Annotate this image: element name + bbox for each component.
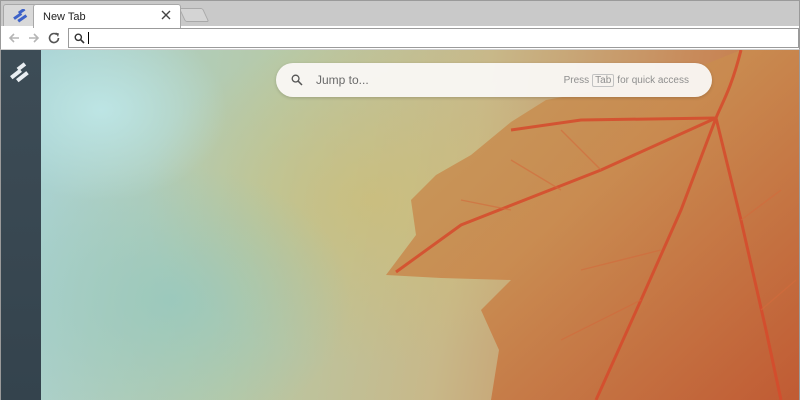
- arrow-left-icon[interactable]: [7, 31, 21, 45]
- jump-bar[interactable]: Press Tab for quick access: [276, 63, 712, 97]
- new-tab-page: Press Tab for quick access: [41, 50, 800, 400]
- wallpaper-image: [386, 50, 799, 400]
- tab-new-tab[interactable]: New Tab: [33, 4, 181, 28]
- toolbar: [0, 26, 800, 50]
- pinned-app-tab[interactable]: [3, 4, 37, 27]
- address-bar[interactable]: [68, 28, 799, 48]
- hint-suffix: for quick access: [617, 75, 689, 86]
- close-icon[interactable]: [161, 10, 171, 20]
- text-caret: [88, 32, 89, 44]
- tab-strip: New Tab: [0, 0, 800, 28]
- arrow-right-icon[interactable]: [27, 31, 41, 45]
- app-logo-icon: [13, 9, 28, 23]
- hint-prefix: Press: [563, 75, 590, 86]
- reload-icon[interactable]: [47, 31, 61, 45]
- tab-title: New Tab: [43, 11, 86, 23]
- tab-key-badge: Tab: [592, 74, 615, 87]
- app-logo-icon[interactable]: [9, 62, 31, 84]
- quick-access-hint: Press Tab for quick access: [564, 74, 689, 87]
- address-input[interactable]: [87, 30, 787, 46]
- new-tab-button[interactable]: [178, 8, 210, 22]
- sidebar: [0, 50, 41, 400]
- search-icon: [74, 33, 85, 44]
- jump-input[interactable]: [316, 72, 536, 88]
- search-icon: [291, 74, 303, 86]
